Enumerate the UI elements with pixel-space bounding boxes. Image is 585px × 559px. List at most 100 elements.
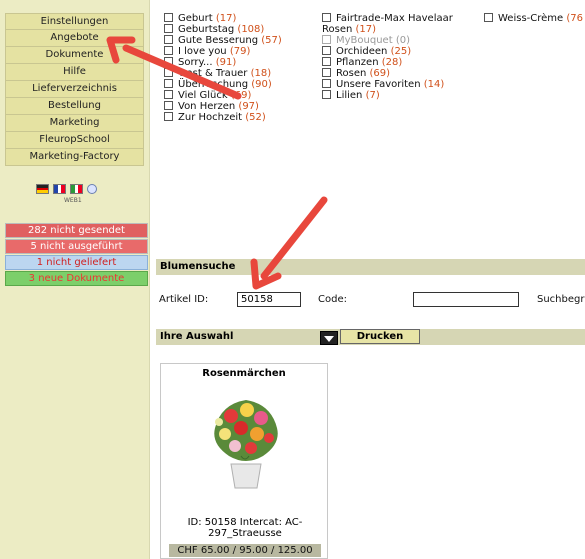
category-item[interactable]: Geburtstag (108) — [164, 24, 264, 35]
nav-dokumente[interactable]: Dokumente — [5, 47, 144, 64]
nav-marketing[interactable]: Marketing — [5, 115, 144, 132]
category-count: (25) — [390, 46, 412, 57]
category-item[interactable]: Rosen (69) — [322, 68, 390, 79]
category-fairtrade[interactable]: Fairtrade-Max Havelaar — [322, 13, 453, 24]
category-label: Geburtstag — [178, 24, 235, 35]
category-count: (76 — [566, 13, 584, 24]
category-label: Rosen — [322, 24, 353, 35]
category-count: (52) — [245, 112, 266, 123]
category-item[interactable]: Zur Hochzeit (52) — [164, 112, 266, 123]
checkbox[interactable] — [322, 90, 331, 99]
category-count: (18) — [250, 68, 272, 79]
category-label: Sorry... — [178, 57, 213, 68]
german-flag-icon[interactable] — [36, 184, 49, 194]
category-item[interactable]: Gute Besserung (57) — [164, 35, 282, 46]
category-label: Pflanzen — [336, 57, 379, 68]
italian-flag-icon[interactable] — [70, 184, 83, 194]
category-count: (69) — [369, 68, 391, 79]
product-name: Rosenmärchen — [202, 368, 286, 379]
category-item[interactable]: Überraschung (90) — [164, 79, 272, 90]
category-item[interactable]: Trost & Trauer (18) — [164, 68, 271, 79]
checkbox[interactable] — [322, 46, 331, 55]
category-count: (57) — [261, 35, 282, 46]
language-flags — [36, 184, 97, 194]
checkbox[interactable] — [164, 68, 173, 77]
sidebar: Einstellungen Angebote Dokumente Hilfe L… — [0, 0, 150, 559]
category-item[interactable]: Viel Glück (69) — [164, 90, 251, 101]
checkbox[interactable] — [164, 46, 173, 55]
category-weiss-creme[interactable]: Weiss-Crème (76 — [484, 13, 583, 24]
category-label: Geburt — [178, 13, 213, 24]
print-button[interactable]: Drucken — [340, 329, 420, 344]
keyword-label: Suchbegri — [537, 294, 585, 305]
category-item[interactable]: Orchideen (25) — [322, 46, 411, 57]
checkbox[interactable] — [164, 79, 173, 88]
product-id: ID: 50158 Intercat: AC- 297_Straeusse — [169, 517, 321, 539]
category-item[interactable]: Von Herzen (97) — [164, 101, 259, 112]
category-count: (91) — [215, 57, 237, 68]
article-id-label: Artikel ID: — [159, 294, 209, 305]
status-new-documents[interactable]: 3 neue Dokumente — [5, 271, 148, 286]
checkbox[interactable] — [164, 57, 173, 66]
checkbox[interactable] — [164, 24, 173, 33]
category-count: (69) — [230, 90, 252, 101]
nav-fleuropschool[interactable]: FleuropSchool — [5, 132, 144, 149]
category-label: Lilien — [336, 90, 363, 101]
checkbox[interactable] — [164, 101, 173, 110]
checkbox[interactable] — [484, 13, 493, 22]
category-item[interactable]: Geburt (17) — [164, 13, 236, 24]
nav-angebote[interactable]: Angebote — [5, 30, 144, 47]
product-id-line: ID: 50158 Intercat: AC- — [187, 517, 303, 528]
product-card[interactable]: Rosenmärchen ID: 50158 Intercat: AC- 297… — [160, 363, 328, 559]
category-label: Rosen — [336, 68, 367, 79]
category-item[interactable]: MyBouquet (0) — [322, 35, 410, 46]
nav-einstellungen[interactable]: Einstellungen — [5, 13, 144, 30]
nav-bestellung[interactable]: Bestellung — [5, 98, 144, 115]
category-count: (108) — [237, 24, 265, 35]
flower-search-header: Blumensuche — [156, 259, 585, 275]
checkbox[interactable] — [322, 68, 331, 77]
category-count: (17) — [215, 13, 237, 24]
category-fairtrade-cont: Rosen (17) — [322, 24, 376, 35]
checkbox[interactable] — [164, 90, 173, 99]
category-count: (97) — [238, 101, 259, 112]
category-count: (17) — [355, 24, 377, 35]
category-count: (14) — [423, 79, 445, 90]
category-count: (7) — [365, 90, 380, 101]
checkbox[interactable] — [164, 13, 173, 22]
nav-marketing-factory[interactable]: Marketing-Factory — [5, 149, 144, 166]
article-id-input[interactable]: 50158 — [237, 292, 301, 307]
checkbox[interactable] — [322, 57, 331, 66]
dropdown-arrow-icon[interactable] — [320, 331, 338, 345]
checkbox[interactable] — [164, 35, 173, 44]
category-label: Weiss-Crème — [498, 13, 564, 24]
category-label: Fairtrade-Max Havelaar — [336, 13, 453, 24]
product-id-line: 297_Straeusse — [208, 528, 282, 539]
category-item[interactable]: Pflanzen (28) — [322, 57, 402, 68]
category-label: Trost & Trauer — [178, 68, 248, 79]
french-flag-icon[interactable] — [53, 184, 66, 194]
category-item[interactable]: Unsere Favoriten (14) — [322, 79, 444, 90]
category-label: Zur Hochzeit — [178, 112, 243, 123]
category-count: (79) — [229, 46, 251, 57]
status-not-sent[interactable]: 282 nicht gesendet — [5, 223, 148, 238]
category-label: MyBouquet — [336, 35, 393, 46]
category-count: (28) — [381, 57, 403, 68]
nav-hilfe[interactable]: Hilfe — [5, 64, 144, 81]
web-label: WEB1 — [64, 197, 82, 204]
globe-icon[interactable] — [87, 184, 97, 194]
category-item[interactable]: Sorry... (91) — [164, 57, 236, 68]
status-not-executed[interactable]: 5 nicht ausgeführt — [5, 239, 148, 254]
category-label: Orchideen — [336, 46, 388, 57]
checkbox[interactable] — [164, 112, 173, 121]
category-item[interactable]: I love you (79) — [164, 46, 250, 57]
checkbox[interactable] — [322, 79, 331, 88]
checkbox[interactable] — [322, 13, 331, 22]
bouquet-image — [214, 400, 278, 489]
category-label: Gute Besserung — [178, 35, 259, 46]
status-not-delivered[interactable]: 1 nicht geliefert — [5, 255, 148, 270]
category-item[interactable]: Lilien (7) — [322, 90, 380, 101]
nav-lieferverzeichnis[interactable]: Lieferverzeichnis — [5, 81, 144, 98]
checkbox[interactable] — [322, 35, 331, 44]
code-input[interactable] — [413, 292, 519, 307]
